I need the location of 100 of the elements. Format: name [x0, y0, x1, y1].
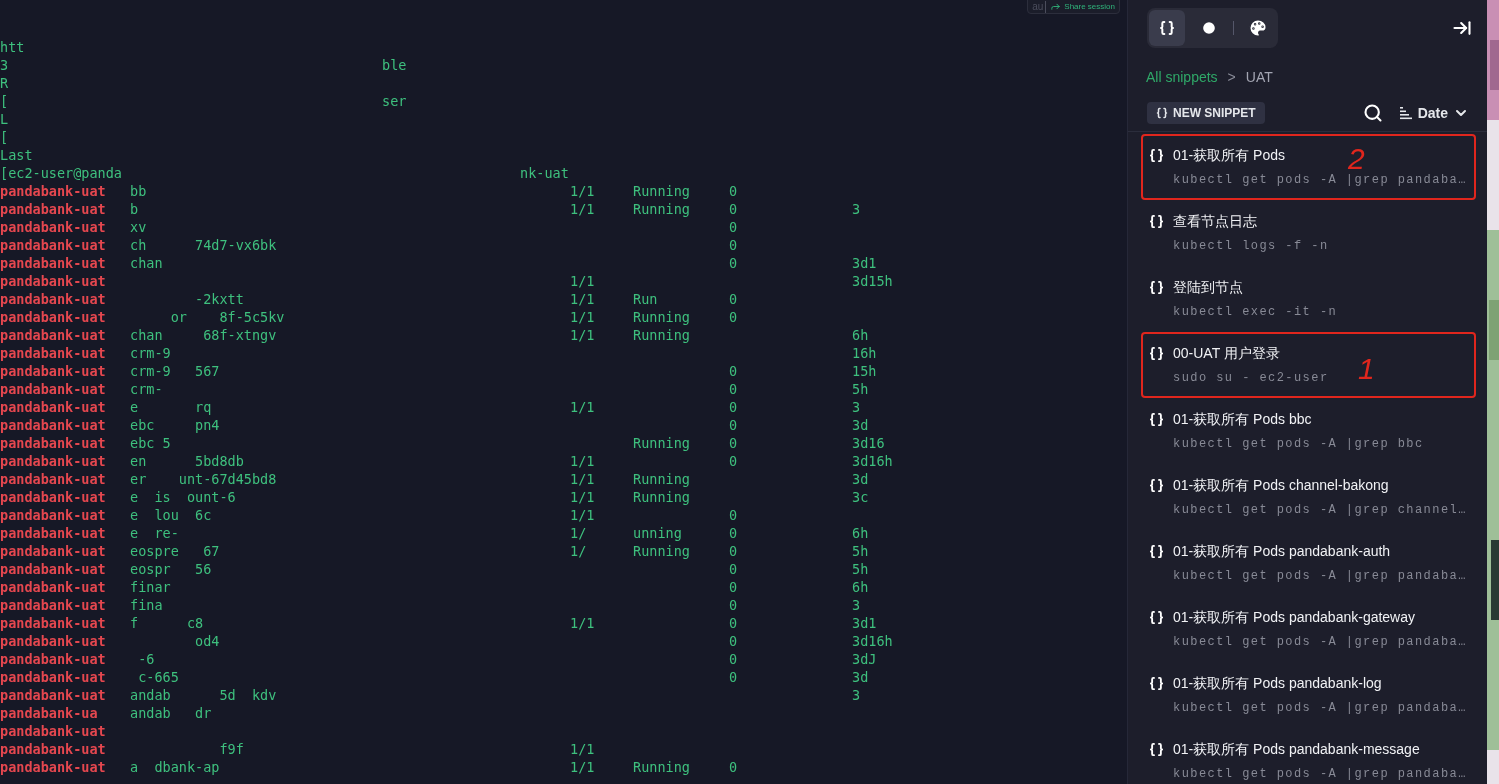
search-icon[interactable]	[1362, 103, 1383, 123]
prompt-line: nk-uat	[520, 164, 569, 182]
namespace-cell-text: pandabank-uat	[0, 524, 107, 542]
ready-cell: 1/1	[570, 201, 595, 217]
pod-name-cell: e re-	[130, 525, 179, 541]
snippet-command: kubectl get pods -A |grep pandaba…	[1173, 766, 1468, 783]
status-cell: unning	[633, 525, 682, 541]
braces-icon	[1149, 346, 1164, 361]
restarts-cell: 0	[729, 255, 738, 271]
pod-name-cell: e rq	[130, 399, 212, 415]
namespace-cell-text: pandabank-uat	[0, 416, 107, 434]
status-cell: Running	[633, 309, 690, 325]
panel-tab[interactable]	[1149, 10, 1185, 46]
status-cell: Running	[633, 201, 690, 217]
namespace-cell-text: pandabank-uat	[0, 182, 107, 200]
ready-cell: 1/1	[570, 327, 595, 343]
braces-icon	[1156, 107, 1168, 119]
age-cell: 3d	[852, 417, 869, 433]
namespace-cell-text: pandabank-uat	[0, 326, 107, 344]
braces-icon	[1149, 610, 1164, 625]
sort-icon	[1398, 106, 1413, 120]
output-line: L	[0, 110, 9, 128]
age-cell: 3	[852, 597, 861, 613]
pod-name-cell: andab 5d kdv	[130, 687, 277, 703]
share-session-button[interactable]: Share session	[1050, 1, 1115, 12]
ready-cell: 1/1	[570, 741, 595, 757]
namespace-cell-text: pandabank-uat	[0, 596, 107, 614]
snippet-item[interactable]: 01-获取所有 Pods bbc kubectl get pods -A |grep bbc	[1141, 398, 1476, 464]
pod-name-cell: fina	[130, 597, 163, 613]
age-cell: 3	[852, 687, 861, 703]
namespace-cell-text: pandabank-ua	[0, 704, 99, 722]
breadcrumb-separator: >	[1227, 68, 1236, 87]
namespace-cell-text: pandabank-uat	[0, 452, 107, 470]
restarts-cell: 0	[729, 633, 738, 649]
age-cell: 6h	[852, 579, 869, 595]
ready-cell: 1/1	[570, 471, 595, 487]
age-cell: 3d16h	[852, 633, 893, 649]
restarts-cell: 0	[729, 309, 738, 325]
snippet-item[interactable]: 查看节点日志 kubectl logs -f -n	[1141, 200, 1476, 266]
restarts-cell: 0	[729, 597, 738, 613]
output-line: [	[0, 92, 9, 110]
new-snippet-button[interactable]: NEW SNIPPET	[1147, 102, 1265, 124]
ready-cell: 1/1	[570, 507, 595, 523]
snippet-item[interactable]: 01-获取所有 Pods pandabank-message kubectl get pods -A |grep pandaba…	[1141, 728, 1476, 784]
age-cell: 5h	[852, 543, 869, 559]
snippet-item[interactable]: 00-UAT 用户登录 sudo su - ec2-user 1	[1141, 332, 1476, 398]
pod-name-cell: f c8	[130, 615, 204, 631]
ready-cell: 1/1	[570, 453, 595, 469]
breadcrumb-link[interactable]: All snippets	[1146, 67, 1218, 88]
restarts-cell: 0	[729, 543, 738, 559]
age-cell: 3d	[852, 471, 869, 487]
restarts-cell: 0	[729, 615, 738, 631]
ready-cell: 1/	[570, 525, 587, 541]
namespace-cell-text: pandabank-uat	[0, 218, 107, 236]
status-cell: Running	[633, 183, 690, 199]
snippet-title: 登陆到节点	[1173, 278, 1243, 297]
age-cell: 3d1	[852, 255, 877, 271]
snippet-item[interactable]: 01-获取所有 Pods kubectl get pods -A |grep pandaba… 2	[1141, 134, 1476, 200]
namespace-cell-text: pandabank-uat	[0, 758, 107, 776]
snippet-item[interactable]: 登陆到节点 kubectl exec -it -n	[1141, 266, 1476, 332]
pod-name-cell: ch 74d7-vx6bk	[130, 237, 277, 253]
namespace-cell-text: pandabank-uat	[0, 308, 107, 326]
snippet-item[interactable]: 01-获取所有 Pods pandabank-log kubectl get pods -A |grep pandaba…	[1141, 662, 1476, 728]
restarts-cell: 0	[729, 435, 738, 451]
collapse-panel-button[interactable]	[1452, 18, 1472, 38]
snippet-title: 01-获取所有 Pods	[1173, 146, 1286, 165]
status-cell: Run	[633, 291, 658, 307]
snippet-item[interactable]: 01-获取所有 Pods pandabank-auth kubectl get pods -A |grep pandaba…	[1141, 530, 1476, 596]
restarts-cell: 0	[729, 561, 738, 577]
snippet-item[interactable]: 01-获取所有 Pods pandabank-gateway kubectl get pods -A |grep pandaba…	[1141, 596, 1476, 662]
snippet-title: 00-UAT 用户登录	[1173, 344, 1280, 363]
pod-name-cell: eospre 67	[130, 543, 220, 559]
sort-button[interactable]: Date	[1398, 102, 1469, 124]
braces-icon	[1149, 412, 1164, 427]
namespace-cell-text: pandabank-uat	[0, 470, 107, 488]
output-line: 3	[0, 56, 9, 74]
restarts-cell: 0	[729, 669, 738, 685]
ready-cell: 1/1	[570, 489, 595, 505]
snippet-command: kubectl logs -f -n	[1173, 238, 1330, 255]
braces-icon	[1149, 148, 1164, 163]
namespace-cell-text: pandabank-uat	[0, 380, 107, 398]
status-cell: Running	[633, 759, 690, 775]
pod-name-cell: e lou 6c	[130, 507, 212, 523]
pod-name-cell-text: f9f	[218, 741, 244, 757]
pod-name-cell-text: -6	[137, 651, 155, 667]
status-cell: Running	[633, 435, 690, 451]
pod-name-cell: en 5bd8db	[130, 453, 244, 469]
ready-cell: 1/	[570, 543, 587, 559]
restarts-cell: 0	[729, 363, 738, 379]
pod-name-cell: chan 68f-xtngv	[130, 327, 277, 343]
output-line: htt	[0, 38, 25, 56]
snippet-item[interactable]: 01-获取所有 Pods channel-bakong kubectl get pods -A |grep channel…	[1141, 464, 1476, 530]
ready-cell: 1/1	[570, 291, 595, 307]
restarts-cell: 0	[729, 417, 738, 433]
snippet-title: 01-获取所有 Pods pandabank-gateway	[1173, 608, 1416, 627]
snippet-title: 01-获取所有 Pods pandabank-message	[1173, 740, 1420, 759]
pod-name-cell: crm-9	[130, 345, 171, 361]
status-cell: Running	[633, 543, 690, 559]
pod-name-cell: bb	[130, 183, 147, 199]
age-cell: 3d16h	[852, 453, 893, 469]
